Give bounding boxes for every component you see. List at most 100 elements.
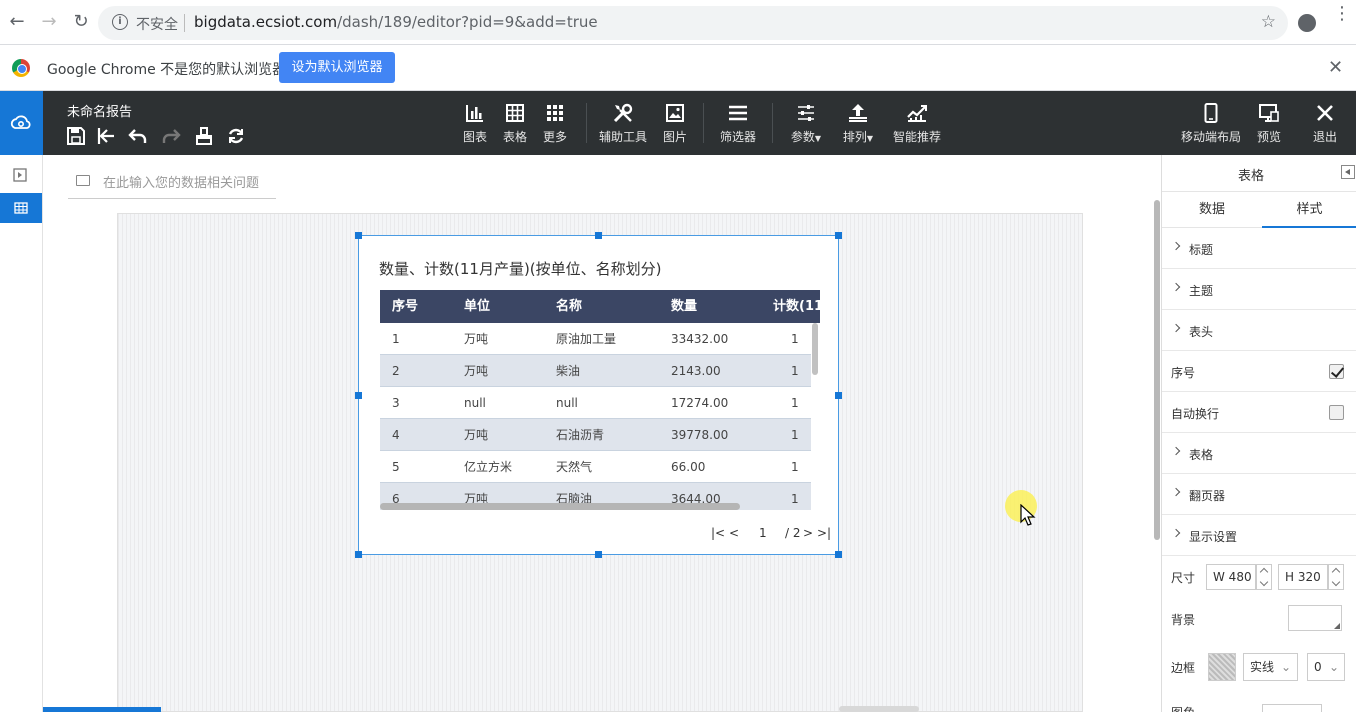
- table-cell: 1: [791, 492, 799, 506]
- back-to-list-icon[interactable]: [96, 126, 116, 146]
- smart-recommend-label: 智能推荐: [892, 130, 941, 144]
- current-page[interactable]: 1: [759, 526, 767, 540]
- border-style-select[interactable]: 实线 ⌄: [1243, 653, 1298, 681]
- section-label: 显示设置: [1189, 530, 1238, 544]
- url-path: /dash/189/editor?pid=9&add=true: [337, 13, 598, 31]
- query-placeholder: 在此输入您的数据相关问题: [103, 176, 260, 191]
- table-widget[interactable]: 数量、计数(11月产量)(按单位、名称划分) 序号 单位 名称 数量 计数(11…: [355, 232, 842, 558]
- aux-tools-button[interactable]: 辅助工具: [597, 101, 649, 145]
- chevron-down-icon: ⌄: [1280, 660, 1291, 674]
- redo-icon[interactable]: [161, 126, 181, 146]
- set-default-browser-button[interactable]: 设为默认浏览器: [279, 52, 395, 83]
- resize-handle[interactable]: [595, 232, 602, 239]
- chevron-right-icon: [1171, 241, 1181, 251]
- preview-button[interactable]: 预览: [1254, 101, 1284, 145]
- section-display[interactable]: 显示设置: [1162, 515, 1356, 556]
- first-page-icon[interactable]: |<: [711, 526, 725, 540]
- section-header[interactable]: 表头: [1162, 310, 1356, 351]
- background-color-picker[interactable]: [1288, 605, 1342, 631]
- more-tool-button[interactable]: 更多: [540, 101, 570, 145]
- rail-expand-button[interactable]: [0, 159, 42, 189]
- menu-dots-icon[interactable]: ⋮: [1333, 5, 1351, 23]
- section-table[interactable]: 表格: [1162, 433, 1356, 474]
- border-style-value: 实线: [1250, 660, 1275, 674]
- canvas-horizontal-scrollbar[interactable]: [839, 706, 919, 712]
- column-header[interactable]: 单位: [464, 290, 490, 323]
- border-color-picker[interactable]: [1208, 653, 1236, 681]
- rail-table-button[interactable]: [0, 193, 42, 223]
- url-text[interactable]: bigdata.ecsiot.com/dash/189/editor?pid=9…: [194, 13, 598, 31]
- resize-handle[interactable]: [355, 392, 362, 399]
- prev-page-icon[interactable]: <: [729, 526, 739, 540]
- bookmark-star-icon[interactable]: ☆: [1261, 12, 1276, 32]
- arrange-tool-button[interactable]: 排列▼: [838, 101, 878, 145]
- nlp-query-input[interactable]: 在此输入您的数据相关问题: [68, 165, 276, 199]
- dropdown-caret-icon: ▼: [814, 134, 822, 143]
- report-title[interactable]: 未命名报告: [67, 101, 132, 120]
- next-row-input[interactable]: [1262, 704, 1322, 712]
- refresh-icon[interactable]: [226, 126, 246, 146]
- info-icon[interactable]: i: [112, 14, 128, 30]
- last-page-icon[interactable]: >|: [817, 526, 831, 540]
- panel-tabs: 数据 样式: [1162, 191, 1356, 228]
- column-header[interactable]: 计数(11: [773, 290, 820, 323]
- undo-icon[interactable]: [128, 126, 148, 146]
- resize-handle[interactable]: [835, 551, 842, 558]
- brand-logo[interactable]: [0, 91, 43, 155]
- table-cell: 1: [791, 396, 799, 410]
- close-infobar-icon[interactable]: ✕: [1328, 57, 1343, 78]
- resize-handle[interactable]: [835, 392, 842, 399]
- address-bar[interactable]: i 不安全 bigdata.ecsiot.com/dash/189/editor…: [98, 6, 1288, 40]
- chart-tool-button[interactable]: 图表: [460, 101, 490, 145]
- section-title[interactable]: 标题: [1162, 228, 1356, 269]
- section-theme[interactable]: 主题: [1162, 269, 1356, 310]
- autowrap-checkbox[interactable]: [1329, 405, 1344, 420]
- table-cell: 39778.00: [671, 428, 729, 442]
- table-cell: 万吨: [464, 332, 489, 346]
- save-icon[interactable]: [66, 126, 86, 146]
- table-row[interactable]: 2 万吨 柴油 2143.00 1: [380, 355, 811, 387]
- table-horizontal-scrollbar[interactable]: [380, 503, 740, 510]
- account-icon[interactable]: [1298, 14, 1316, 32]
- column-header[interactable]: 名称: [556, 290, 582, 323]
- canvas-horizontal-scroll-indicator[interactable]: [43, 707, 161, 712]
- format-painter-icon[interactable]: [194, 126, 214, 146]
- width-stepper[interactable]: [1256, 564, 1272, 590]
- table-vertical-scrollbar[interactable]: [812, 323, 818, 375]
- forward-icon[interactable]: →: [38, 11, 60, 33]
- table-row[interactable]: 3 null null 17274.00 1: [380, 387, 811, 419]
- height-stepper[interactable]: [1328, 564, 1344, 590]
- table-row[interactable]: 1 万吨 原油加工量 33432.00 1: [380, 323, 811, 355]
- canvas-vertical-scrollbar[interactable]: [1154, 200, 1160, 540]
- back-icon[interactable]: ←: [6, 11, 28, 33]
- table-tool-button[interactable]: 表格: [500, 101, 530, 145]
- divider: [184, 14, 185, 32]
- resize-handle[interactable]: [835, 232, 842, 239]
- tab-data[interactable]: 数据: [1162, 192, 1262, 228]
- section-pager[interactable]: 翻页器: [1162, 474, 1356, 515]
- border-row: 边框 实线 ⌄ 0 ⌄: [1162, 646, 1356, 688]
- exit-button[interactable]: 退出: [1310, 101, 1340, 145]
- tab-style[interactable]: 样式: [1262, 192, 1356, 228]
- width-input[interactable]: W 480: [1206, 564, 1256, 590]
- border-width-select[interactable]: 0 ⌄: [1307, 653, 1345, 681]
- seq-checkbox[interactable]: [1329, 364, 1344, 379]
- next-page-icon[interactable]: >: [803, 526, 813, 540]
- widget-title[interactable]: 数量、计数(11月产量)(按单位、名称划分): [379, 258, 662, 279]
- resize-handle[interactable]: [355, 232, 362, 239]
- resize-handle[interactable]: [355, 551, 362, 558]
- table-row[interactable]: 5 亿立方米 天然气 66.00 1: [380, 451, 811, 483]
- mobile-layout-button[interactable]: 移动端布局: [1178, 101, 1244, 145]
- filter-tool-button[interactable]: 筛选器: [718, 101, 758, 145]
- table-cell: 33432.00: [671, 332, 729, 346]
- resize-handle[interactable]: [595, 551, 602, 558]
- height-input[interactable]: H 320: [1278, 564, 1328, 590]
- reload-icon[interactable]: ↻: [70, 11, 92, 33]
- column-header[interactable]: 序号: [392, 290, 418, 323]
- table-row[interactable]: 4 万吨 石油沥青 39778.00 1: [380, 419, 811, 451]
- collapse-panel-icon[interactable]: [1341, 165, 1355, 179]
- params-tool-button[interactable]: 参数▼: [786, 101, 826, 145]
- image-tool-button[interactable]: 图片: [660, 101, 690, 145]
- column-header[interactable]: 数量: [671, 290, 697, 323]
- smart-recommend-button[interactable]: 智能推荐: [891, 101, 943, 145]
